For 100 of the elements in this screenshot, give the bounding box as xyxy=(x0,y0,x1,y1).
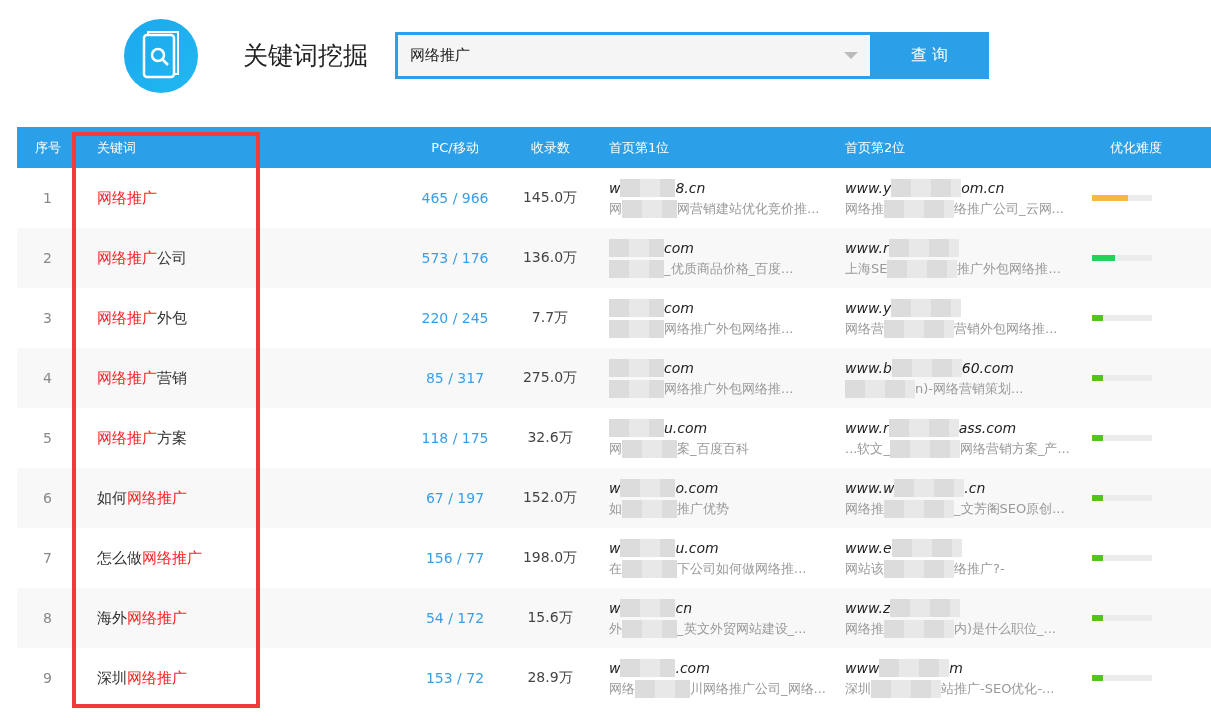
pc-mobile-cell-text: 118 / 175 xyxy=(420,430,490,446)
site-url-start: w xyxy=(609,659,621,676)
column-header: 收录数 xyxy=(529,138,571,157)
pc-mobile-cell-text: 220 / 245 xyxy=(420,310,490,326)
indexed-count-cell-text: 152.0万 xyxy=(521,489,579,507)
row-number: 8 xyxy=(42,610,53,626)
mosaic-block xyxy=(620,538,676,557)
pc-mobile-cell-text: 465 / 966 xyxy=(420,190,490,206)
site-title-start: 如 xyxy=(609,499,622,518)
keyword-dropdown-field[interactable]: 网络推广 xyxy=(395,32,870,79)
mosaic-block xyxy=(609,298,664,317)
site-title-start: 网络营 xyxy=(845,319,884,338)
mosaic-block xyxy=(622,499,677,518)
column-header: 关键词 xyxy=(96,138,137,157)
indexed-count-cell-text: 275.0万 xyxy=(521,369,579,387)
column-header: PC/移动 xyxy=(430,138,480,157)
mosaic-block xyxy=(635,679,690,698)
mosaic-block xyxy=(609,379,664,398)
mosaic-block xyxy=(622,559,677,578)
site-title-start: 网 xyxy=(609,439,622,458)
indexed-count-cell-text: 32.6万 xyxy=(526,429,574,447)
site-url-end: om.cn xyxy=(961,179,1005,196)
mosaic-block xyxy=(888,238,959,257)
site-title-end: 案_百度百科 xyxy=(677,439,749,458)
site-title-end: 站推广-SEO优化-... xyxy=(941,679,1055,698)
pc-mobile-cell-text: 156 / 77 xyxy=(424,550,486,566)
site-title-start: 网络推 xyxy=(845,499,884,518)
column-header: 首页第2位 xyxy=(844,138,907,157)
page-title: 关键词挖掘 xyxy=(243,40,368,72)
column-header: 首页第1位 xyxy=(608,138,671,157)
site-url-start: www.r xyxy=(845,239,889,256)
site-title-start: 网络 xyxy=(609,679,635,698)
site-title-end: _英文外贸网站建设_... xyxy=(677,619,807,638)
site-url-end: o.com xyxy=(675,479,719,496)
site-url-end: .cn xyxy=(964,479,986,496)
site-url-end: .com xyxy=(675,659,710,676)
keyword-cell-text: 网络推广营销 xyxy=(96,368,188,388)
mosaic-block xyxy=(620,478,676,497)
mosaic-block xyxy=(884,619,954,638)
mosaic-block xyxy=(891,298,962,317)
site-title-end: n)-网络营销策划... xyxy=(915,379,1024,398)
pc-mobile-cell-text: 85 / 317 xyxy=(424,370,486,386)
site-title-end: 营销外包网络推... xyxy=(954,319,1058,338)
mosaic-block xyxy=(622,439,677,458)
keyword-cell-text: 深圳网络推广 xyxy=(96,668,188,688)
mosaic-block xyxy=(890,598,961,617)
site-title-start: 网络推 xyxy=(845,199,884,218)
site-title-end: 下公司如何做网络推... xyxy=(677,559,807,578)
mosaic-block xyxy=(891,178,962,197)
row-number: 2 xyxy=(42,250,53,266)
mosaic-block xyxy=(620,178,676,197)
column-header: 优化难度 xyxy=(1108,138,1163,157)
site-title-end: 网络营销方案_产... xyxy=(959,439,1070,458)
mosaic-block xyxy=(879,658,950,677)
pc-mobile-cell-text: 54 / 172 xyxy=(424,610,486,626)
keyword-cell-text: 网络推广方案 xyxy=(96,428,188,448)
row-number: 1 xyxy=(42,190,53,206)
mosaic-block xyxy=(871,679,941,698)
keyword-cell-text: 如何网络推广 xyxy=(96,488,188,508)
row-number: 7 xyxy=(42,550,53,566)
keyword-cell-text: 网络推广外包 xyxy=(96,308,188,328)
site-url-end: com xyxy=(664,359,694,376)
site-title-start: 网络推 xyxy=(845,619,884,638)
row-number: 6 xyxy=(42,490,53,506)
site-url-end: ass.com xyxy=(958,419,1017,436)
site-title-start: 深圳 xyxy=(845,679,871,698)
site-title-start: ...软文_ xyxy=(845,439,890,458)
site-title-end: 网络推广外包网络推... xyxy=(664,379,794,398)
mosaic-block xyxy=(609,319,664,338)
site-url-end: 60.com xyxy=(961,359,1014,376)
mosaic-block xyxy=(891,538,962,557)
mosaic-block xyxy=(609,418,664,437)
site-url-start: www.w xyxy=(845,479,895,496)
site-url-end: m xyxy=(949,659,963,676)
site-title-end: 络推广公司_云网... xyxy=(954,199,1064,218)
mosaic-block xyxy=(609,238,664,257)
site-title-start: 外 xyxy=(609,619,622,638)
caret-icon xyxy=(844,51,858,60)
row-number: 3 xyxy=(42,310,53,326)
site-title-start: 上海SE xyxy=(845,259,888,278)
site-url-start: www xyxy=(845,659,880,676)
site-title-end: 网络推广外包网络推... xyxy=(664,319,794,338)
site-url-end: u.com xyxy=(675,539,719,556)
mosaic-block xyxy=(620,658,676,677)
site-title-end: _文芳阁SEO原创... xyxy=(954,499,1065,518)
keyword-cell-text: 网络推广 xyxy=(96,188,158,208)
mosaic-block xyxy=(884,499,954,518)
site-title-end: _优质商品价格_百度... xyxy=(664,259,794,278)
site-title-end: 川网络推广公司_网络... xyxy=(690,679,826,698)
indexed-count-cell-text: 28.9万 xyxy=(526,669,574,687)
indexed-count-cell-text: 198.0万 xyxy=(521,549,579,567)
site-url-start: www.r xyxy=(845,419,889,436)
mosaic-block xyxy=(622,619,677,638)
row-number: 4 xyxy=(42,370,53,386)
site-url-start: www.y xyxy=(845,299,892,316)
keyword-cell-text: 海外网络推广 xyxy=(96,608,188,628)
mosaic-block xyxy=(609,259,664,278)
mosaic-block xyxy=(622,199,677,218)
pc-mobile-cell-text: 573 / 176 xyxy=(420,250,490,266)
site-url-end: cn xyxy=(675,599,693,616)
